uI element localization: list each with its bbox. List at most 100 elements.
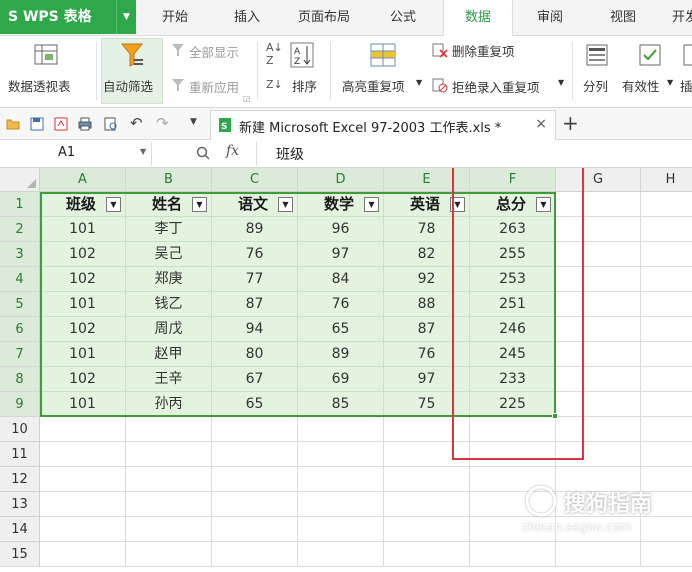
empty-cell[interactable] xyxy=(556,442,641,467)
row-header-7[interactable]: 7 xyxy=(0,342,40,367)
data-cell-a6[interactable]: 102 xyxy=(40,317,126,342)
data-cell-d8[interactable]: 69 xyxy=(298,367,384,392)
tab-developer[interactable]: 开发 xyxy=(672,0,692,36)
header-cell-b[interactable]: 姓名 ▼ xyxy=(126,192,212,217)
empty-cell[interactable] xyxy=(470,517,556,542)
column-header-h[interactable]: H xyxy=(641,168,692,192)
row-header-12[interactable]: 12 xyxy=(0,467,40,492)
empty-cell[interactable] xyxy=(384,467,470,492)
empty-cell[interactable] xyxy=(556,267,641,292)
new-tab-button[interactable]: + xyxy=(562,111,579,135)
row-header-13[interactable]: 13 xyxy=(0,492,40,517)
data-cell-d2[interactable]: 96 xyxy=(298,217,384,242)
row-header-2[interactable]: 2 xyxy=(0,217,40,242)
data-cell-b7[interactable]: 赵甲 xyxy=(126,342,212,367)
worksheet-grid[interactable]: A B C D E F G H 1 班级 ▼ 姓名 ▼ 语文 ▼ 数学 ▼ 英语 ▼ 总分 ▼ 2 101 李丁 89 96 78 2… xyxy=(0,168,692,572)
data-cell-f4[interactable]: 253 xyxy=(470,267,556,292)
empty-cell[interactable] xyxy=(126,492,212,517)
empty-cell[interactable] xyxy=(126,517,212,542)
empty-cell[interactable] xyxy=(641,542,692,567)
empty-cell[interactable] xyxy=(298,492,384,517)
empty-cell[interactable] xyxy=(556,392,641,417)
column-header-a[interactable]: A xyxy=(40,168,126,192)
tab-view[interactable]: 视图 xyxy=(610,0,636,36)
filter-dropdown-icon[interactable]: ▼ xyxy=(106,197,121,212)
empty-cell[interactable] xyxy=(641,217,692,242)
data-cell-c2[interactable]: 89 xyxy=(212,217,298,242)
empty-cell[interactable] xyxy=(641,467,692,492)
data-cell-f8[interactable]: 233 xyxy=(470,367,556,392)
empty-cell[interactable] xyxy=(212,542,298,567)
empty-cell[interactable] xyxy=(470,492,556,517)
empty-cell[interactable] xyxy=(641,492,692,517)
data-cell-b4[interactable]: 郑庚 xyxy=(126,267,212,292)
column-header-b[interactable]: B xyxy=(126,168,212,192)
data-cell-e8[interactable]: 97 xyxy=(384,367,470,392)
empty-cell[interactable] xyxy=(470,417,556,442)
insert-function-button[interactable]: fx xyxy=(226,143,239,159)
data-cell-a3[interactable]: 102 xyxy=(40,242,126,267)
row-header-9[interactable]: 9 xyxy=(0,392,40,417)
data-cell-b3[interactable]: 吴己 xyxy=(126,242,212,267)
print-preview-icon[interactable] xyxy=(104,117,118,131)
open-folder-icon[interactable] xyxy=(6,117,20,130)
select-all-corner[interactable] xyxy=(0,168,40,192)
empty-cell[interactable] xyxy=(40,542,126,567)
data-cell-a4[interactable]: 102 xyxy=(40,267,126,292)
data-cell-d4[interactable]: 84 xyxy=(298,267,384,292)
empty-cell[interactable] xyxy=(556,342,641,367)
zoom-icon[interactable] xyxy=(196,146,210,160)
row-header-5[interactable]: 5 xyxy=(0,292,40,317)
document-tab[interactable]: S 新建 Microsoft Excel 97-2003 工作表.xls * × xyxy=(210,110,556,140)
empty-cell[interactable] xyxy=(40,442,126,467)
data-cell-e3[interactable]: 82 xyxy=(384,242,470,267)
save-icon[interactable] xyxy=(30,117,44,131)
empty-cell[interactable] xyxy=(384,417,470,442)
header-cell-a[interactable]: 班级 ▼ xyxy=(40,192,126,217)
column-header-g[interactable]: G xyxy=(556,168,641,192)
data-cell-b5[interactable]: 钱乙 xyxy=(126,292,212,317)
empty-cell[interactable] xyxy=(384,542,470,567)
data-cell-d3[interactable]: 97 xyxy=(298,242,384,267)
empty-cell[interactable] xyxy=(40,417,126,442)
empty-cell[interactable] xyxy=(126,442,212,467)
data-cell-d6[interactable]: 65 xyxy=(298,317,384,342)
header-cell-f[interactable]: 总分 ▼ xyxy=(470,192,556,217)
empty-cell[interactable] xyxy=(212,492,298,517)
formula-input[interactable]: 班级 xyxy=(276,144,304,164)
empty-cell[interactable] xyxy=(556,317,641,342)
filter-dropdown-icon[interactable]: ▼ xyxy=(192,197,207,212)
tab-home[interactable]: 开始 xyxy=(162,0,188,36)
empty-cell[interactable] xyxy=(470,542,556,567)
data-cell-c4[interactable]: 77 xyxy=(212,267,298,292)
row-header-6[interactable]: 6 xyxy=(0,317,40,342)
empty-cell[interactable] xyxy=(641,367,692,392)
row-header-1[interactable]: 1 xyxy=(0,192,40,217)
data-cell-f6[interactable]: 246 xyxy=(470,317,556,342)
empty-cell[interactable] xyxy=(556,217,641,242)
empty-cell[interactable] xyxy=(40,492,126,517)
empty-cell[interactable] xyxy=(212,467,298,492)
empty-cell[interactable] xyxy=(40,517,126,542)
empty-cell[interactable] xyxy=(556,517,641,542)
empty-cell[interactable] xyxy=(641,342,692,367)
empty-cell[interactable] xyxy=(556,492,641,517)
tab-insert[interactable]: 插入 xyxy=(234,0,260,36)
empty-cell[interactable] xyxy=(556,417,641,442)
row-header-3[interactable]: 3 xyxy=(0,242,40,267)
empty-cell[interactable] xyxy=(384,492,470,517)
column-header-c[interactable]: C xyxy=(212,168,298,192)
empty-cell[interactable] xyxy=(556,192,641,217)
empty-cell[interactable] xyxy=(40,467,126,492)
empty-cell[interactable] xyxy=(298,467,384,492)
filter-dropdown-icon[interactable]: ▼ xyxy=(450,197,465,212)
empty-cell[interactable] xyxy=(384,442,470,467)
redo-icon[interactable]: ↷ xyxy=(156,114,169,132)
filter-group-launcher-icon[interactable]: ◲ xyxy=(243,94,251,103)
empty-cell[interactable] xyxy=(641,517,692,542)
undo-icon[interactable]: ↶ xyxy=(130,114,143,132)
data-cell-b2[interactable]: 李丁 xyxy=(126,217,212,242)
empty-cell[interactable] xyxy=(212,442,298,467)
customize-toolbar-chevron-icon[interactable]: ▼ xyxy=(190,117,197,127)
data-cell-f9[interactable]: 225 xyxy=(470,392,556,417)
